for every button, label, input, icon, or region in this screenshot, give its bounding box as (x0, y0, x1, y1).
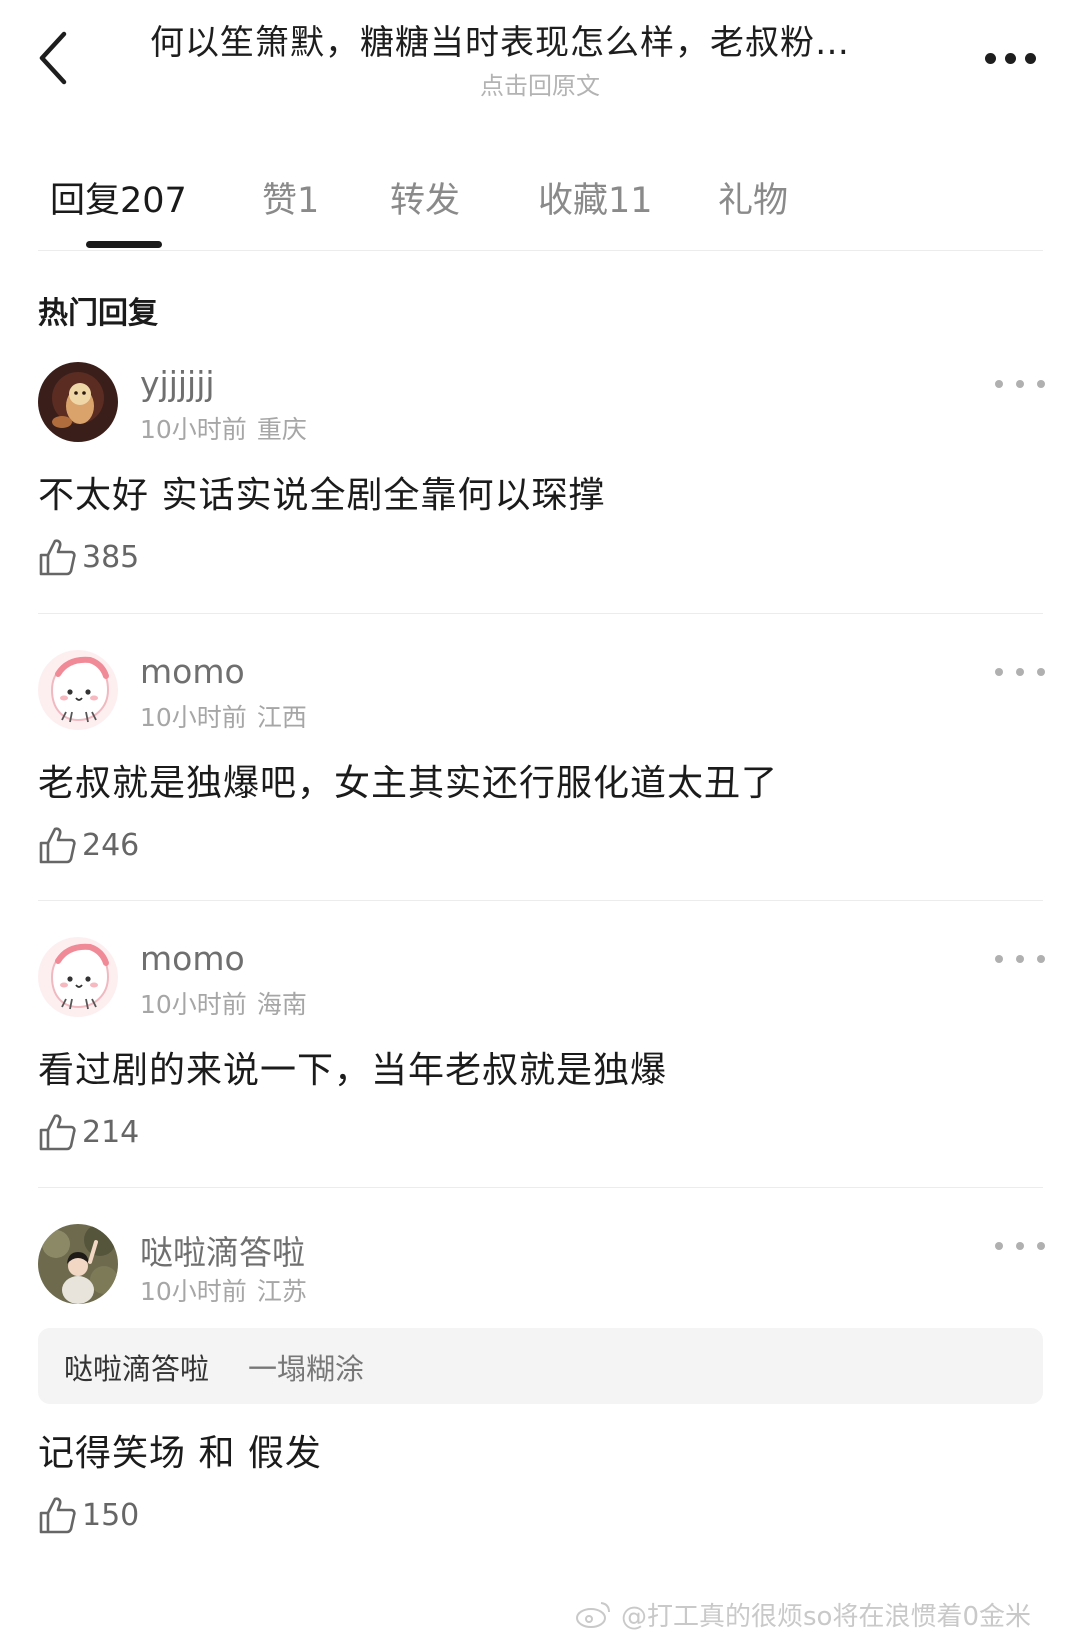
active-tab-indicator (86, 241, 162, 248)
location: 江苏 (256, 1277, 307, 1306)
more-dots-icon (995, 955, 1003, 963)
timestamp: 10小时前 (140, 703, 247, 732)
photo-avatar-icon (38, 1224, 118, 1304)
avatar[interactable] (38, 650, 118, 730)
quoted-reply[interactable]: 哒啦滴答啦 一塌糊涂 (38, 1328, 1043, 1404)
thumbs-up-icon (39, 1114, 76, 1151)
tab-replies[interactable]: 回复207 (50, 172, 187, 223)
like-button[interactable]: 150 (38, 1494, 139, 1536)
divider (38, 613, 1043, 614)
tab-bar: 回复207 赞1 转发 收藏11 礼物 (38, 158, 1043, 251)
view-original-link[interactable]: 点击回原文 (0, 66, 1080, 101)
more-dots-icon (995, 1242, 1003, 1250)
avatar[interactable] (38, 1224, 118, 1304)
tab-likes[interactable]: 赞1 (262, 172, 319, 223)
comment-more-button[interactable] (995, 947, 1045, 971)
avatar[interactable] (38, 362, 118, 442)
comment-meta: 10小时前 江苏 (140, 1272, 307, 1308)
comment-text: 老叔就是独爆吧，女主其实还行服化道太丑了 (38, 763, 779, 804)
thumbs-up-icon (39, 539, 76, 576)
thumbs-up-icon (39, 1497, 76, 1534)
comment-more-button[interactable] (995, 660, 1045, 684)
dog-avatar-icon (38, 362, 118, 442)
quoted-text: 一塌糊涂 (248, 1352, 365, 1386)
like-count: 214 (82, 1114, 140, 1150)
watermark: @打工真的很烦so将在浪惯着0金米 (575, 1594, 1031, 1634)
comment-text: 记得笑场 和 假发 (38, 1433, 322, 1474)
username[interactable]: 哒啦滴答啦 (140, 1226, 305, 1274)
cartoon-avatar-icon (38, 937, 118, 1017)
comment-meta: 10小时前 海南 (140, 985, 307, 1021)
comment-meta: 10小时前 重庆 (140, 410, 307, 446)
location: 重庆 (256, 415, 307, 444)
page-title: 何以笙箫默，糖糖当时表现怎么样，老叔粉… (150, 23, 850, 63)
like-count: 385 (82, 539, 140, 575)
comment-text: 不太好 实话实说全剧全靠何以琛撑 (38, 475, 606, 516)
comment-more-button[interactable] (995, 372, 1045, 396)
comment-more-button[interactable] (995, 1234, 1045, 1258)
more-dots-icon (995, 380, 1003, 388)
avatar[interactable] (38, 937, 118, 1017)
timestamp: 10小时前 (140, 415, 247, 444)
thumbs-up-icon (39, 827, 76, 864)
like-count: 246 (82, 827, 140, 863)
tab-favorites[interactable]: 收藏11 (538, 172, 653, 223)
timestamp: 10小时前 (140, 990, 247, 1019)
tab-gifts[interactable]: 礼物 (718, 172, 788, 223)
more-dots-icon (995, 668, 1003, 676)
more-dots-icon (984, 52, 996, 64)
weibo-logo-icon (576, 1602, 610, 1628)
username[interactable]: yjjjjjj (140, 364, 215, 403)
like-button[interactable]: 246 (38, 824, 139, 866)
like-button[interactable]: 214 (38, 1111, 139, 1153)
username[interactable]: momo (140, 652, 245, 691)
timestamp: 10小时前 (140, 1277, 247, 1306)
divider (38, 1187, 1043, 1188)
top-nav-bar: 何以笙箫默，糖糖当时表现怎么样，老叔粉… 点击回原文 (0, 0, 1080, 140)
cartoon-avatar-icon (38, 650, 118, 730)
quoted-username: 哒啦滴答啦 (64, 1352, 210, 1386)
tab-reposts[interactable]: 转发 (390, 172, 460, 223)
like-button[interactable]: 385 (38, 536, 139, 578)
comment-meta: 10小时前 江西 (140, 698, 307, 734)
divider (38, 900, 1043, 901)
location: 江西 (256, 703, 307, 732)
location: 海南 (256, 990, 307, 1019)
hot-replies-heading: 热门回复 (38, 296, 158, 331)
comment-text: 看过剧的来说一下，当年老叔就是独爆 (38, 1050, 668, 1091)
username[interactable]: momo (140, 939, 245, 978)
like-count: 150 (82, 1497, 140, 1533)
more-options-button[interactable] (975, 40, 1045, 76)
